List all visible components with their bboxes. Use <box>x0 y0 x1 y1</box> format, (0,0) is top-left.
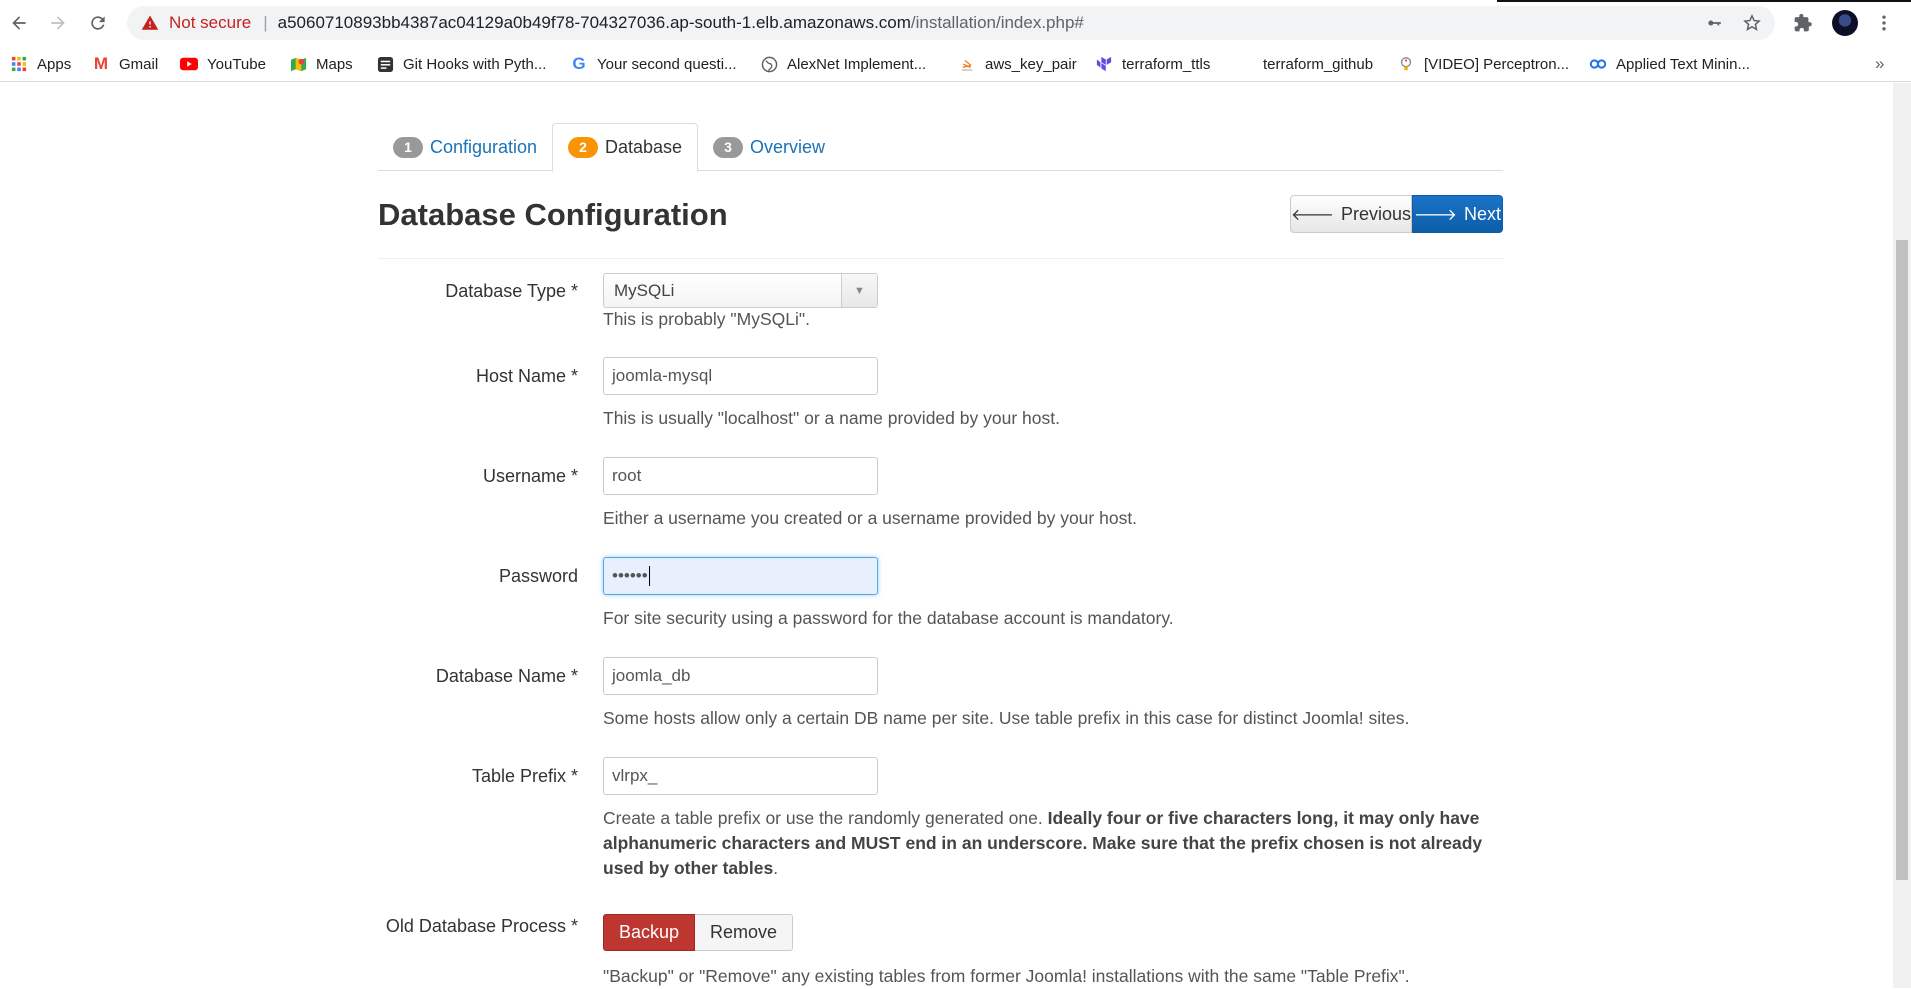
bulb-icon <box>1397 55 1415 73</box>
url-path: /installation/index.php# <box>910 13 1084 32</box>
arrow-left-icon: 🡐 <box>1291 206 1334 224</box>
arrow-right-icon: 🡒 <box>1414 206 1457 224</box>
avatar[interactable] <box>1832 10 1858 36</box>
bookmark-terraform-ttls[interactable]: terraform_ttls <box>1095 46 1210 82</box>
bookmark-alexnet[interactable]: AlexNet Implement... <box>760 46 926 82</box>
page-content: 1 Configuration 2 Database 3 Overview Da… <box>0 83 1893 988</box>
google-icon: G <box>572 54 586 73</box>
backup-button[interactable]: Backup <box>603 914 696 951</box>
username-label: Username * <box>482 466 578 486</box>
doc-icon <box>376 55 394 73</box>
old-database-process-toggle: Backup Remove <box>603 914 794 951</box>
globe-icon <box>760 55 778 73</box>
bookmark-gmail[interactable]: M Gmail <box>92 46 158 82</box>
database-name-help: Some hosts allow only a certain DB name … <box>603 708 1410 728</box>
tab-label: Overview <box>750 136 826 157</box>
database-type-label: Database Type * <box>445 281 578 301</box>
next-button[interactable]: 🡒 Next <box>1412 195 1503 233</box>
old-database-process-help: "Backup" or "Remove" any existing tables… <box>603 966 1410 986</box>
text-caret <box>648 566 650 586</box>
bookmark-apps[interactable]: Apps <box>10 46 71 82</box>
bookmark-applied-text-mining[interactable]: Applied Text Minin... <box>1589 46 1750 82</box>
bookmark-aws-key-pair[interactable]: aws_key_pair <box>958 46 1077 82</box>
password-help: For site security using a password for t… <box>603 608 1174 628</box>
chevron-down-icon[interactable]: ▼ <box>841 274 877 307</box>
installer-tabs: 1 Configuration 2 Database 3 Overview <box>378 123 1503 172</box>
url-host: a5060710893bb4387ac04129a0b49f78-7043270… <box>277 13 911 32</box>
address-bar[interactable]: Not secure | a5060710893bb4387ac04129a0b… <box>127 6 1775 40</box>
apps-grid-icon <box>10 55 28 73</box>
youtube-icon <box>180 55 198 73</box>
page-scrollbar[interactable] <box>1893 83 1911 988</box>
divider <box>378 258 1503 259</box>
database-name-label: Database Name * <box>435 666 578 686</box>
bookmark-maps[interactable]: Maps <box>289 46 353 82</box>
bookmark-youtube[interactable]: YouTube <box>180 46 266 82</box>
top-edge-line <box>1497 0 1911 2</box>
old-database-process-label: Old Database Process * <box>385 916 578 936</box>
stack-icon <box>958 55 976 73</box>
maps-icon <box>289 55 307 73</box>
tab-database[interactable]: 2 Database <box>552 123 699 172</box>
kebab-menu-icon[interactable] <box>1872 11 1896 35</box>
remove-button[interactable]: Remove <box>695 914 794 951</box>
star-icon[interactable] <box>1742 13 1762 33</box>
database-type-select[interactable]: MySQLi ▼ <box>603 273 878 308</box>
puzzle-icon[interactable] <box>1791 11 1815 35</box>
forward-arrow-icon[interactable] <box>44 9 72 37</box>
warning-icon <box>141 14 159 32</box>
key-icon[interactable] <box>1705 13 1725 33</box>
username-help: Either a username you created or a usern… <box>603 508 1138 528</box>
reload-icon[interactable] <box>84 9 112 37</box>
tab-label: Database <box>605 137 683 157</box>
database-name-input[interactable]: joomla_db <box>603 657 878 695</box>
table-prefix-input[interactable]: vlrpx_ <box>603 757 878 795</box>
gmail-icon: M <box>93 54 109 73</box>
step-badge: 3 <box>713 136 743 158</box>
tab-configuration[interactable]: 1 Configuration <box>378 123 552 171</box>
page-title: Database Configuration <box>378 197 728 232</box>
wizard-nav-buttons: 🡐 Previous 🡒 Next <box>1290 195 1503 233</box>
bookmark-your-second-question[interactable]: G Your second questi... <box>570 46 736 82</box>
password-input[interactable]: •••••• <box>603 557 878 595</box>
table-prefix-label: Table Prefix * <box>471 766 578 786</box>
previous-button[interactable]: 🡐 Previous <box>1290 195 1412 233</box>
terraform-icon <box>1095 55 1113 73</box>
bookmarks-more-icon[interactable]: » <box>1875 54 1884 74</box>
bookmark-terraform-github[interactable]: terraform_github <box>1263 46 1373 82</box>
username-input[interactable]: root <box>603 457 878 495</box>
bookmarks-bar: Apps M Gmail YouTube Maps Git Hooks with… <box>0 46 1911 82</box>
host-name-input[interactable]: joomla-mysql <box>603 357 878 395</box>
host-name-help: This is usually "localhost" or a name pr… <box>603 408 1060 428</box>
url-separator: | <box>263 13 268 32</box>
tab-label: Configuration <box>430 136 538 157</box>
bookmark-git-hooks[interactable]: Git Hooks with Pyth... <box>376 46 546 82</box>
database-type-help: This is probably "MySQLi". <box>603 309 810 329</box>
scrollbar-thumb[interactable] <box>1896 240 1908 880</box>
back-arrow-icon[interactable] <box>5 9 33 37</box>
password-label: Password <box>498 566 578 586</box>
step-badge: 2 <box>568 137 598 158</box>
tab-overview[interactable]: 3 Overview <box>698 123 840 171</box>
bookmark-video-perceptron[interactable]: [VIDEO] Perceptron... <box>1397 46 1569 82</box>
browser-toolbar: Not secure | a5060710893bb4387ac04129a0b… <box>0 0 1911 46</box>
step-badge: 1 <box>393 136 423 158</box>
link-icon <box>1589 55 1607 73</box>
not-secure-label[interactable]: Not secure <box>169 13 251 33</box>
table-prefix-help: Create a table prefix or use the randoml… <box>603 808 1483 878</box>
host-name-label: Host Name * <box>475 366 578 386</box>
